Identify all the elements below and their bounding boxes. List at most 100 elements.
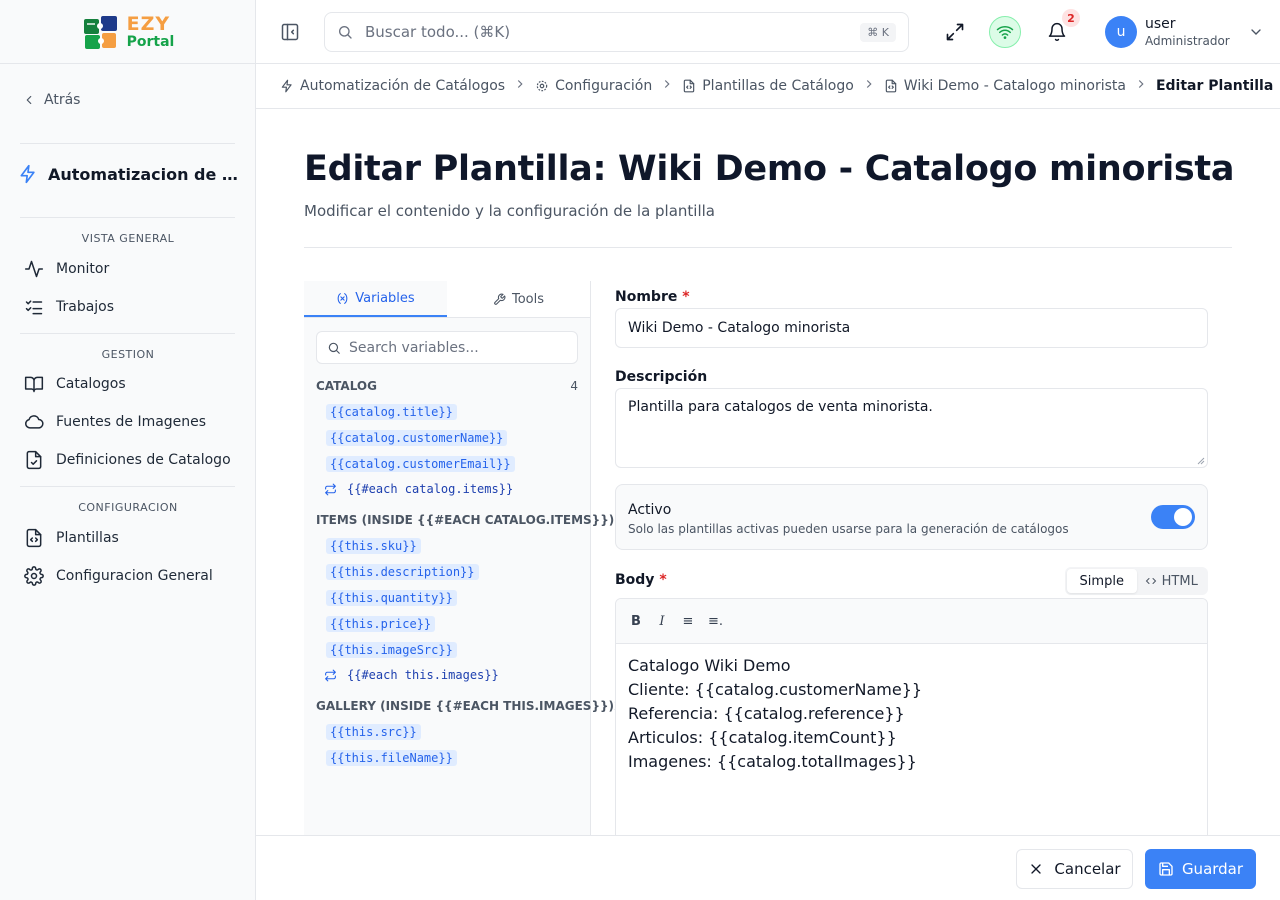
breadcrumb-item[interactable]: Wiki Demo - Catalogo minorista — [884, 78, 1126, 94]
variable-group-header: GALLERY (INSIDE {{#EACH THIS.IMAGES}}) 2 — [316, 699, 622, 713]
sidebar-item-label: Configuracion General — [56, 568, 213, 584]
mode-simple-button[interactable]: Simple — [1067, 569, 1137, 593]
global-search[interactable]: Buscar todo... (⌘K) ⌘ K — [324, 12, 909, 52]
variable-chip[interactable]: {{this.price}} — [326, 616, 436, 632]
variable-chip[interactable]: {{this.imageSrc}} — [326, 642, 457, 658]
tab-variables[interactable]: Variables — [304, 281, 447, 317]
breadcrumb-item[interactable]: Plantillas de Catálogo — [682, 78, 854, 94]
puzzle-logo-icon — [83, 15, 117, 49]
form-footer: Cancelar Guardar — [256, 835, 1280, 900]
loop-label: {{#each this.images}} — [347, 668, 499, 682]
variable-chip[interactable]: {{catalog.customerName}} — [326, 430, 508, 446]
sidebar-item-monitor[interactable]: Monitor — [24, 257, 234, 281]
search-icon — [328, 342, 340, 354]
mode-html-button[interactable]: HTML — [1137, 569, 1207, 593]
module-title[interactable]: Automatizacion de Catalogos — [18, 164, 242, 184]
body-label: Body * — [615, 572, 667, 588]
variable-chip[interactable]: {{this.quantity}} — [326, 590, 457, 606]
variable-chip[interactable]: {{this.sku}} — [326, 538, 421, 554]
description-label: Descripción — [615, 369, 708, 385]
sidebar-item-catalogos[interactable]: Catalogos — [24, 372, 234, 396]
active-setting: Activo Solo las plantillas activas puede… — [615, 484, 1208, 550]
description-field[interactable]: Plantilla para catalogos de venta minori… — [615, 388, 1208, 468]
sidebar-item-configuracion-general[interactable]: Configuracion General — [24, 564, 234, 588]
variables-search-input[interactable]: Search variables... — [349, 340, 479, 356]
variables-panel: Variables Tools Search variables... CATA… — [304, 281, 622, 835]
bold-button[interactable]: B — [630, 614, 642, 629]
name-field[interactable]: Wiki Demo - Catalogo minorista — [615, 308, 1208, 348]
activity-icon — [24, 260, 44, 278]
page-subtitle: Modificar el contenido y la configuració… — [304, 202, 715, 220]
italic-button[interactable]: I — [656, 614, 668, 629]
divider — [20, 333, 235, 334]
brand-name-top: EZY — [126, 12, 171, 35]
chevron-down-icon — [1251, 29, 1261, 36]
sidebar-item-plantillas[interactable]: Plantillas — [24, 526, 234, 550]
bell-icon[interactable] — [1047, 22, 1067, 42]
cancel-label: Cancelar — [1054, 860, 1121, 878]
back-label: Atrás — [44, 92, 81, 108]
variables-search[interactable]: Search variables... — [316, 331, 578, 364]
group-name: ITEMS (INSIDE {{#EACH CATALOG.ITEMS}}) — [316, 513, 615, 527]
divider — [20, 486, 235, 487]
main-content: Editar Plantilla: Wiki Demo - Catalogo m… — [256, 109, 1280, 835]
ordered-list-button[interactable]: ≡. — [708, 614, 723, 629]
chevron-right-icon — [1134, 77, 1148, 95]
page-title: Editar Plantilla: Wiki Demo - Catalogo m… — [304, 149, 1235, 189]
editor-content[interactable]: Catalogo Wiki Demo Cliente: {{catalog.cu… — [616, 644, 1207, 784]
group-count: 4 — [570, 379, 578, 393]
sidebar-toggle-icon[interactable] — [280, 22, 300, 42]
resize-handle-icon[interactable] — [1197, 457, 1205, 465]
name-label: Nombre * — [615, 289, 690, 305]
variable-chip[interactable]: {{this.src}} — [326, 724, 421, 740]
active-toggle[interactable] — [1151, 505, 1195, 529]
brand-logo[interactable]: EZY Portal — [81, 12, 174, 52]
file-code-icon — [683, 79, 695, 93]
save-button[interactable]: Guardar — [1145, 849, 1256, 889]
breadcrumb-item[interactable]: Automatización de Catálogos — [280, 78, 505, 94]
toggle-knob — [1174, 508, 1192, 526]
variable-chip[interactable]: {{catalog.title}} — [326, 404, 457, 420]
search-input[interactable]: Buscar todo... (⌘K) — [365, 23, 848, 41]
tab-label: Tools — [511, 291, 545, 307]
sidebar-item-definiciones[interactable]: Definiciones de Catalogo — [24, 448, 234, 472]
sidebar-item-label: Monitor — [56, 261, 110, 277]
sidebar-item-label: Plantillas — [56, 530, 119, 546]
search-shortcut: ⌘ K — [860, 22, 896, 42]
sidebar-item-fuentes-imagenes[interactable]: Fuentes de Imagenes — [24, 410, 234, 434]
sidebar-item-label: Catalogos — [56, 376, 126, 392]
bullet-list-button[interactable]: ≡ — [682, 614, 694, 629]
file-code-icon — [885, 79, 897, 93]
back-link[interactable]: Atrás — [22, 92, 80, 108]
variable-chip[interactable]: {{this.fileName}} — [326, 750, 457, 766]
connection-status-button[interactable] — [989, 16, 1021, 48]
variables-tabs: Variables Tools — [304, 281, 590, 318]
breadcrumb-label: Plantillas de Catálogo — [702, 78, 854, 94]
variable-chip[interactable]: {{this.description}} — [326, 564, 479, 580]
variable-loop[interactable]: {{#each this.images}} — [324, 668, 499, 682]
code-icon — [1145, 578, 1156, 584]
loop-label: {{#each catalog.items}} — [347, 482, 514, 496]
variable-loop[interactable]: {{#each catalog.items}} — [324, 482, 513, 496]
repeat-icon — [325, 483, 336, 495]
variable-chip[interactable]: {{catalog.customerEmail}} — [326, 456, 515, 472]
divider — [20, 143, 235, 144]
user-name: user — [1145, 16, 1176, 32]
breadcrumb-item[interactable]: Configuración — [535, 78, 652, 94]
tab-tools[interactable]: Tools — [447, 281, 590, 317]
variable-group-header: CATALOG 4 — [316, 379, 578, 393]
search-icon — [339, 26, 352, 39]
file-check-icon — [26, 450, 42, 470]
breadcrumb: Automatización de Catálogos Configuració… — [256, 64, 1280, 109]
book-open-icon — [24, 376, 44, 393]
editor-mode-toggle: Simple HTML — [1065, 567, 1208, 595]
cancel-button[interactable]: Cancelar — [1016, 849, 1133, 889]
avatar: u — [1105, 16, 1137, 49]
section-label-gestion: GESTION — [101, 348, 155, 361]
save-icon — [1159, 862, 1173, 876]
fullscreen-icon[interactable] — [945, 22, 965, 42]
cloud-icon — [25, 415, 44, 429]
user-menu[interactable]: u user Administrador — [1105, 16, 1264, 49]
sidebar-item-trabajos[interactable]: Trabajos — [24, 295, 234, 319]
zap-icon — [20, 164, 35, 184]
